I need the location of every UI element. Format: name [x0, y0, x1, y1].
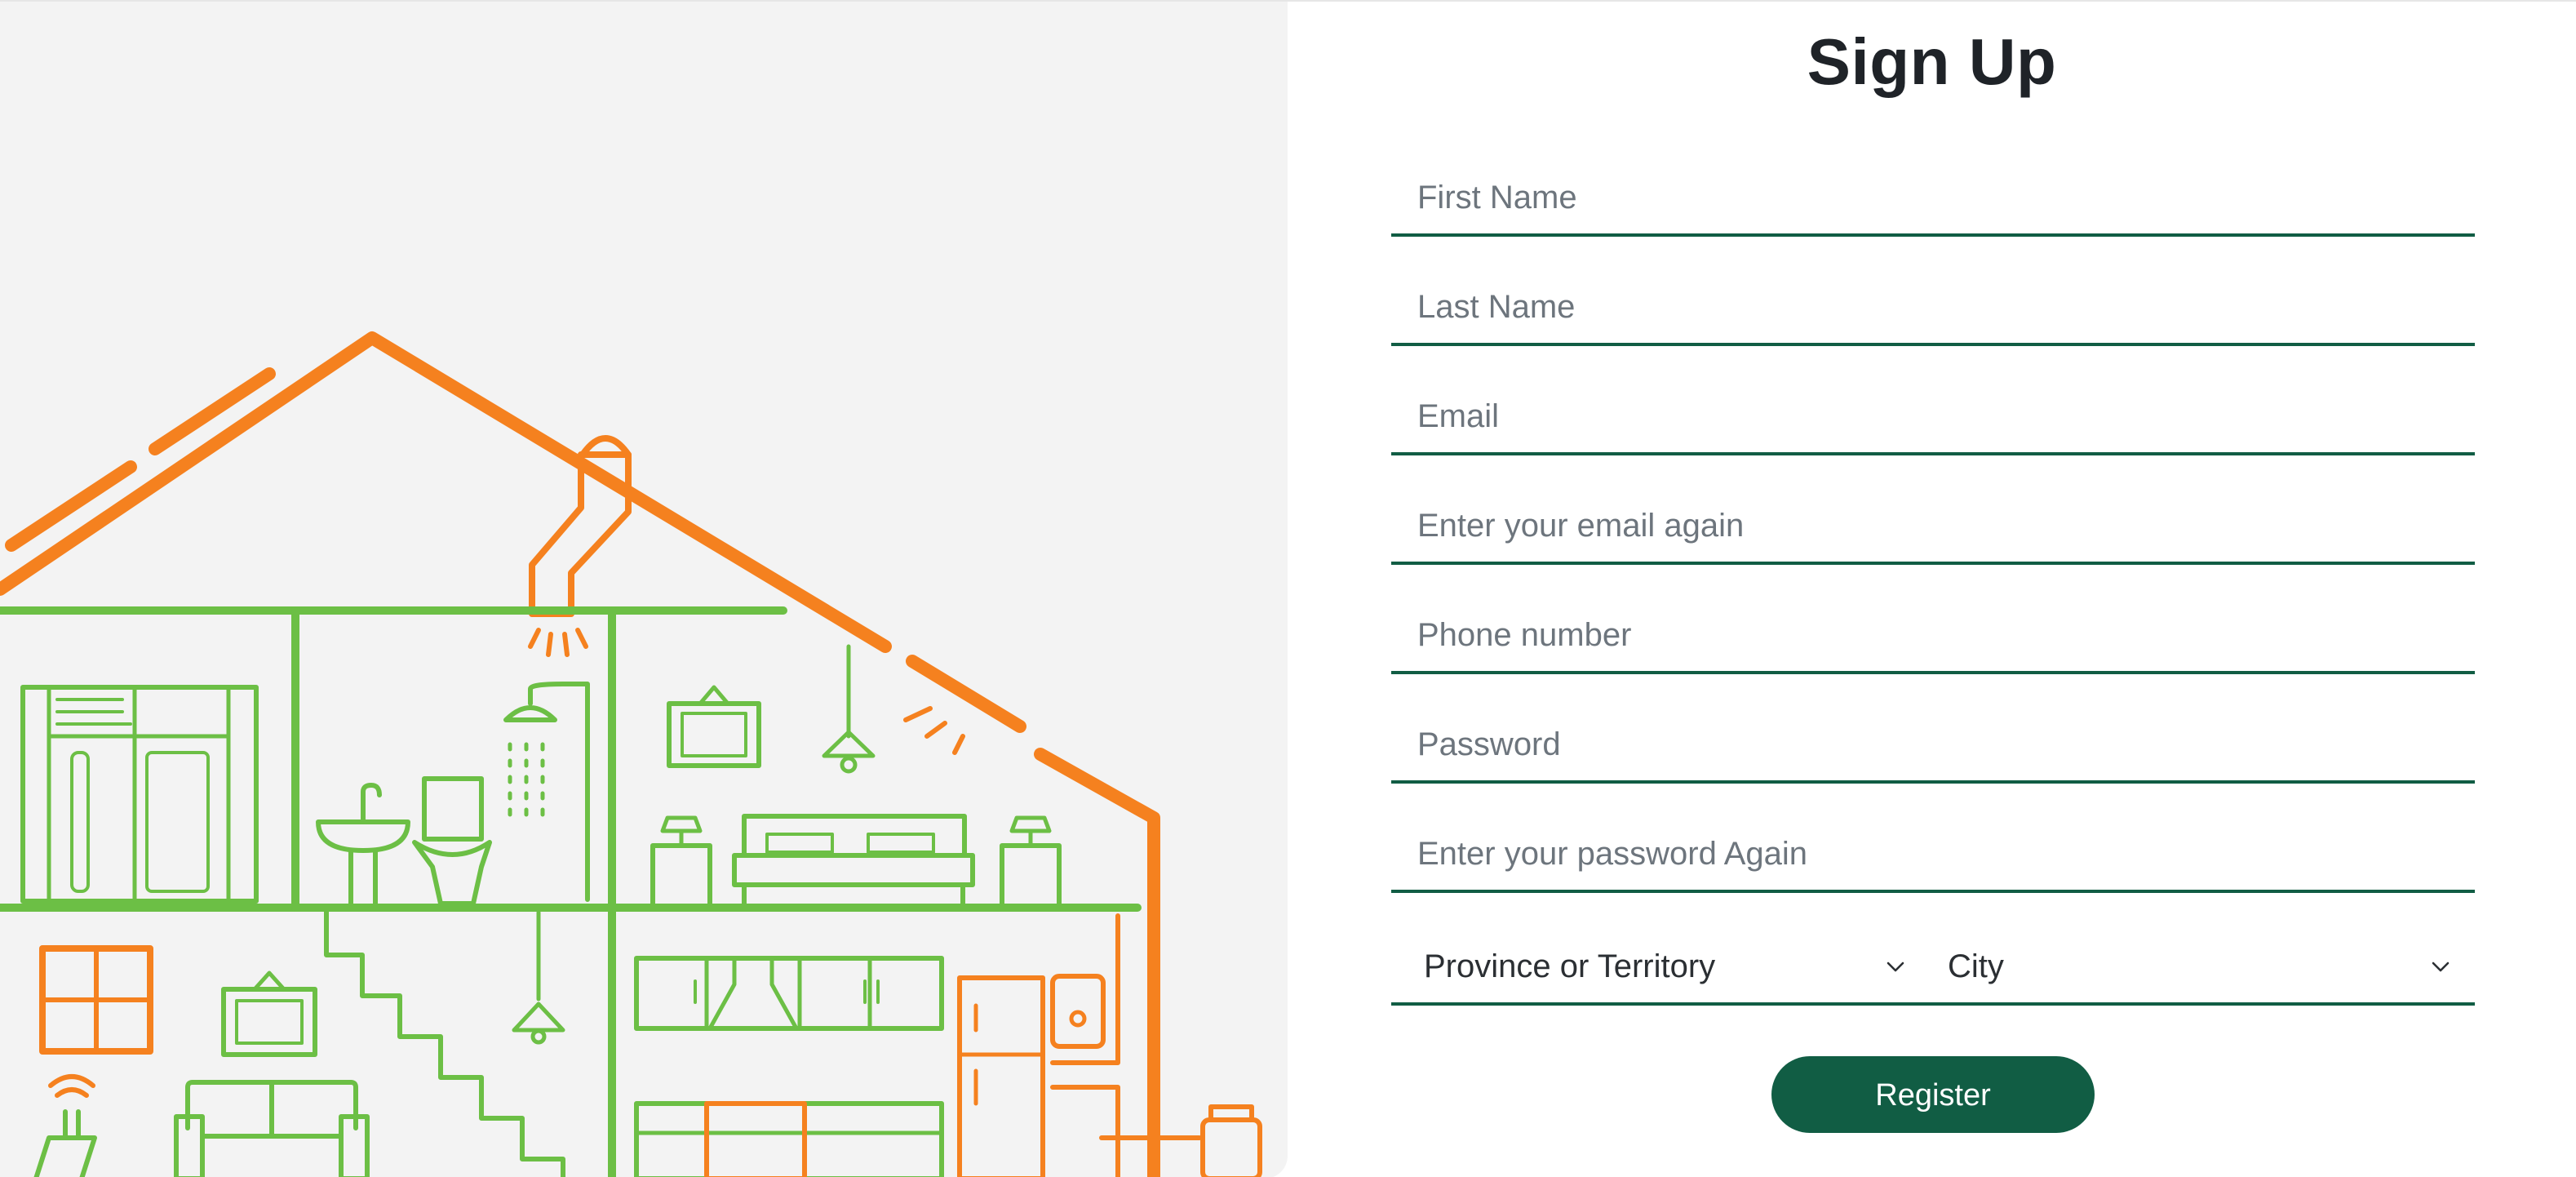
first-name-field-container: [1391, 162, 2475, 237]
register-button[interactable]: Register: [1771, 1056, 2095, 1133]
phone-input[interactable]: [1391, 599, 2475, 671]
house-cutaway-icon: [0, 331, 1262, 1177]
signup-form: Sign Up Province or Territory: [1288, 2, 2576, 1177]
first-name-input[interactable]: [1391, 162, 2475, 233]
confirm-password-input[interactable]: [1391, 818, 2475, 890]
province-select[interactable]: Province or Territory: [1391, 930, 1930, 1002]
house-illustration: [0, 2, 1288, 1177]
confirm-password-field-container: [1391, 818, 2475, 893]
signup-page: Sign Up Province or Territory: [0, 0, 2576, 1177]
province-select-label: Province or Territory: [1424, 948, 1716, 984]
last-name-field-container: [1391, 271, 2475, 346]
chevron-down-icon: [2432, 962, 2450, 972]
confirm-email-field-container: [1391, 490, 2475, 565]
confirm-email-input[interactable]: [1391, 490, 2475, 562]
city-select-label: City: [1948, 948, 2004, 984]
last-name-input[interactable]: [1391, 271, 2475, 343]
chevron-down-icon: [1887, 962, 1904, 972]
page-title: Sign Up: [1807, 25, 2057, 98]
email-input[interactable]: [1391, 380, 2475, 452]
password-input[interactable]: [1391, 708, 2475, 780]
email-field-container: [1391, 380, 2475, 455]
city-select[interactable]: City: [1931, 930, 2475, 1002]
location-selects: Province or Territory City: [1391, 930, 2475, 1006]
phone-field-container: [1391, 599, 2475, 674]
password-field-container: [1391, 708, 2475, 784]
